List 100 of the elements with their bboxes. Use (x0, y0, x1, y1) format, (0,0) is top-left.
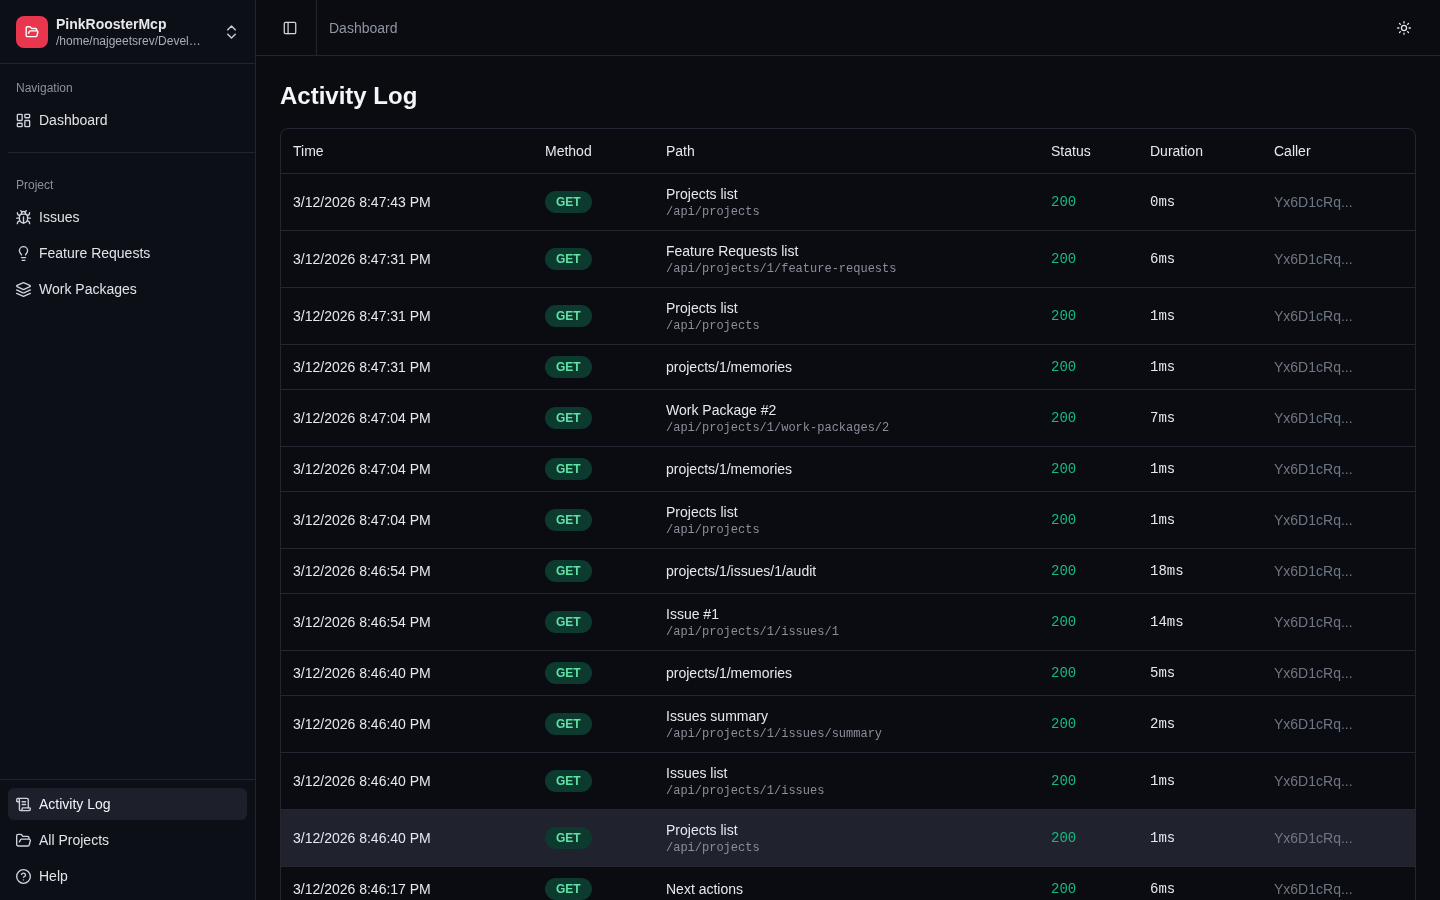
caller-id: Yx6D1cRq... (1274, 613, 1353, 632)
endpoint-path: /api/projects (666, 522, 760, 538)
method-badge: GET (545, 878, 592, 900)
method-badge: GET (545, 662, 592, 684)
timestamp: 3/12/2026 8:47:31 PM (293, 250, 431, 269)
panel-left-icon (283, 20, 297, 35)
status-code: 200 (1051, 250, 1077, 269)
status-code: 200 (1051, 358, 1077, 377)
status-code: 200 (1051, 193, 1077, 212)
endpoint-title: projects/1/issues/1/audit (666, 562, 817, 581)
duration: 2ms (1150, 715, 1176, 734)
sidebar-item[interactable]: All Projects (8, 824, 247, 856)
caller-id: Yx6D1cRq... (1274, 250, 1353, 269)
status-code: 200 (1051, 829, 1077, 848)
timestamp: 3/12/2026 8:46:40 PM (293, 829, 431, 848)
sidebar-item[interactable]: Dashboard (8, 104, 247, 136)
section-label: Project (15, 177, 55, 194)
help-icon (16, 868, 31, 884)
endpoint-title: projects/1/memories (666, 460, 793, 479)
caller-id: Yx6D1cRq... (1274, 511, 1353, 530)
status-code: 200 (1051, 664, 1077, 683)
endpoint-path: /api/projects (666, 204, 760, 220)
sidebar-item[interactable]: Work Packages (8, 273, 247, 305)
caller-id: Yx6D1cRq... (1274, 193, 1353, 212)
endpoint-title: Work Package #2 (666, 401, 777, 420)
duration: 1ms (1150, 358, 1176, 377)
endpoint-title: Issues summary (666, 707, 768, 726)
page-title: Activity Log (280, 81, 419, 111)
dashboard-grid-icon (16, 112, 31, 128)
caller-id: Yx6D1cRq... (1274, 460, 1353, 479)
method-badge: GET (545, 509, 592, 531)
column-header: Caller (1274, 142, 1311, 161)
method-badge: GET (545, 827, 592, 849)
endpoint-path: /api/projects/1/issues/1 (666, 624, 839, 640)
sun-icon (1397, 20, 1411, 35)
timestamp: 3/12/2026 8:47:04 PM (293, 511, 431, 530)
method-badge: GET (545, 560, 592, 582)
method-badge: GET (545, 458, 592, 480)
method-badge: GET (545, 305, 592, 327)
duration: 14ms (1150, 613, 1184, 632)
layers-icon (16, 281, 31, 297)
endpoint-title: projects/1/memories (666, 664, 793, 683)
timestamp: 3/12/2026 8:46:40 PM (293, 715, 431, 734)
chevrons-up-down-icon[interactable] (227, 24, 236, 39)
sidebar-item[interactable]: Help (8, 860, 247, 892)
method-badge: GET (545, 248, 592, 270)
duration: 1ms (1150, 511, 1176, 530)
column-header: Time (293, 142, 324, 161)
method-badge: GET (545, 356, 592, 378)
status-code: 200 (1051, 772, 1077, 791)
endpoint-title: Projects list (666, 503, 738, 522)
duration: 6ms (1150, 880, 1176, 899)
caller-id: Yx6D1cRq... (1274, 829, 1353, 848)
timestamp: 3/12/2026 8:47:04 PM (293, 409, 431, 428)
endpoint-path: /api/projects/1/feature-requests (666, 261, 897, 277)
endpoint-title: Projects list (666, 185, 738, 204)
endpoint-title: Feature Requests list (666, 242, 799, 261)
status-code: 200 (1051, 511, 1077, 530)
column-header: Status (1051, 142, 1091, 161)
endpoint-title: Issue #1 (666, 605, 719, 624)
timestamp: 3/12/2026 8:47:43 PM (293, 193, 431, 212)
duration: 5ms (1150, 664, 1176, 683)
endpoint-title: Next actions (666, 880, 744, 899)
duration: 1ms (1150, 829, 1176, 848)
timestamp: 3/12/2026 8:46:40 PM (293, 664, 431, 683)
caller-id: Yx6D1cRq... (1274, 715, 1353, 734)
endpoint-path: /api/projects/1/work-packages/2 (666, 420, 890, 436)
sidebar-item[interactable]: Activity Log (8, 788, 247, 820)
status-code: 200 (1051, 613, 1077, 632)
caller-id: Yx6D1cRq... (1274, 880, 1353, 899)
timestamp: 3/12/2026 8:46:54 PM (293, 562, 431, 581)
folder-icon (16, 832, 31, 848)
status-code: 200 (1051, 562, 1077, 581)
duration: 1ms (1150, 772, 1176, 791)
endpoint-title: Issues list (666, 764, 728, 783)
endpoint-path: /api/projects (666, 318, 760, 334)
method-badge: GET (545, 611, 592, 633)
scroll-icon (16, 796, 31, 812)
endpoint-title: Projects list (666, 299, 738, 318)
timestamp: 3/12/2026 8:47:31 PM (293, 358, 431, 377)
caller-id: Yx6D1cRq... (1274, 772, 1353, 791)
project-path: /home/najgeetsrev/Devel… (56, 32, 202, 49)
sidebar-item[interactable]: Feature Requests (8, 237, 247, 269)
sidebar-item[interactable]: Issues (8, 201, 247, 233)
status-code: 200 (1051, 715, 1077, 734)
caller-id: Yx6D1cRq... (1274, 664, 1353, 683)
duration: 0ms (1150, 193, 1176, 212)
timestamp: 3/12/2026 8:47:04 PM (293, 460, 431, 479)
method-badge: GET (545, 191, 592, 213)
breadcrumb: Dashboard (329, 19, 398, 36)
endpoint-path: /api/projects/1/issues (666, 783, 825, 799)
method-badge: GET (545, 713, 592, 735)
timestamp: 3/12/2026 8:46:40 PM (293, 772, 431, 791)
caller-id: Yx6D1cRq... (1274, 562, 1353, 581)
status-code: 200 (1051, 880, 1077, 899)
duration: 6ms (1150, 250, 1176, 269)
duration: 1ms (1150, 307, 1176, 326)
method-badge: GET (545, 407, 592, 429)
column-header: Duration (1150, 142, 1203, 161)
status-code: 200 (1051, 460, 1077, 479)
